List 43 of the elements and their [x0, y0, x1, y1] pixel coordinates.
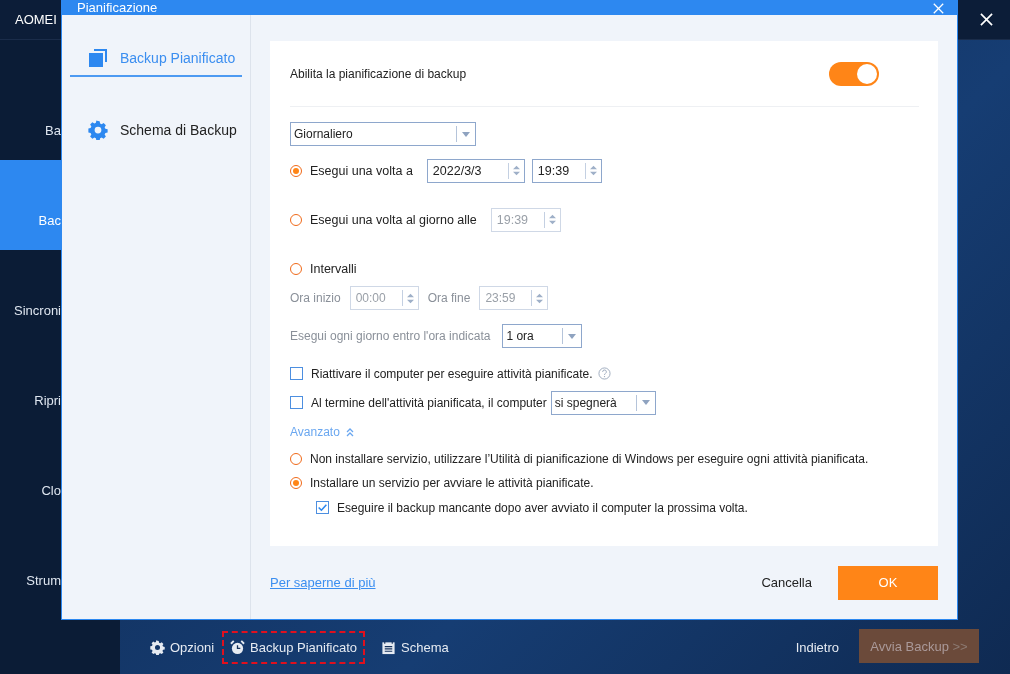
nav-tab[interactable]: Schema di Backup [70, 113, 242, 147]
radio-label: Non installare servizio, utilizzare l’Utilità di pianificazione di Windows per eseguire ogni attività pianificata. [310, 452, 869, 466]
scheme-button[interactable]: Schema [381, 635, 449, 659]
frequency-dropdown[interactable]: Giornaliero [290, 122, 476, 146]
gear-icon [150, 639, 165, 655]
spinner-arrows-icon[interactable] [406, 292, 414, 304]
options-button[interactable]: Opzioni [150, 635, 215, 659]
action-dropdown[interactable]: si spegnerà [550, 390, 656, 415]
checkbox[interactable] [316, 501, 329, 514]
radio-label: Esegui una volta a [310, 163, 413, 178]
end-time-label: Ora fine [427, 291, 471, 305]
caret-icon [462, 131, 470, 137]
checkbox-label: Al termine dell'attività pianificata, il computer [311, 395, 547, 410]
app-title: AOMEI [15, 12, 57, 27]
radio-label: Intervalli [310, 261, 357, 276]
checkbox[interactable] [290, 367, 303, 380]
caret-icon [641, 400, 650, 405]
cancel-button[interactable]: Cancella [755, 571, 818, 594]
gear-icon [88, 120, 108, 140]
spinner-arrows-icon[interactable] [512, 165, 520, 176]
checkbox-label: Riattivare il computer per eseguire attività pianificate. [311, 366, 593, 381]
toggle-switch[interactable] [829, 61, 879, 86]
enable-label: Abilita la pianificazione di backup [290, 66, 468, 81]
checkbox[interactable] [290, 396, 303, 409]
scheduled-backup-button[interactable]: Backup Pianificato [222, 630, 366, 664]
start-time-label: Ora inizio [290, 291, 341, 305]
help-icon[interactable] [598, 367, 612, 380]
spin-field[interactable]: 19:39 [531, 158, 602, 183]
back-button[interactable]: Indietro [795, 639, 839, 655]
dialog-title: Pianificazione [77, 1, 158, 15]
checkbox-label: Eseguire il backup mancante dopo aver avviato il computer la prossima volta. [337, 500, 748, 515]
within-label: Esegui ogni giorno entro l'ora indicata [290, 329, 491, 343]
chevron-icon [344, 427, 355, 437]
caret-icon [568, 333, 577, 339]
spin-field[interactable]: 2022/3/3 [426, 158, 525, 183]
close-icon[interactable] [980, 13, 993, 26]
radio-label: Esegui una volta al giorno alle [310, 212, 477, 227]
stacked-squares-icon [88, 48, 108, 68]
spinner-arrows-icon[interactable] [589, 165, 597, 176]
radio-label: Installare un servizio per avviare le attività pianificate. [310, 476, 594, 490]
calendar-icon [381, 639, 397, 655]
alarm-clock-icon [230, 639, 246, 655]
spinner-arrows-icon[interactable] [536, 292, 544, 304]
